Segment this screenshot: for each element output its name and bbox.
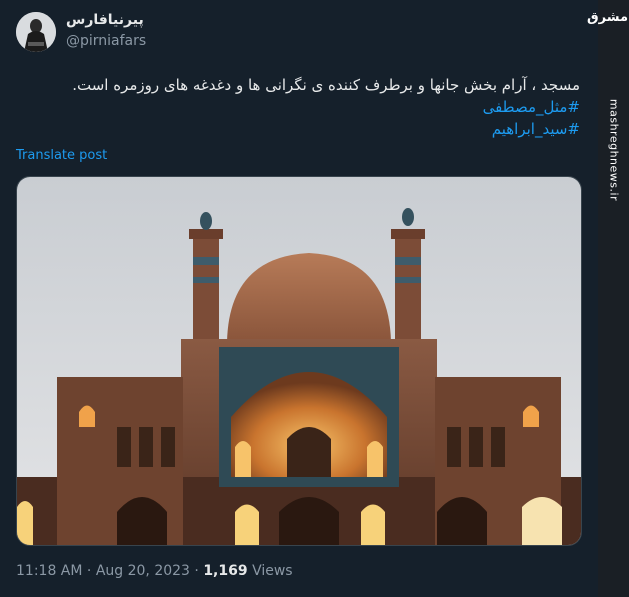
tweet-card: پیرنیافارس @pirniafars مسجد ، آرام بخش ج… <box>0 0 598 597</box>
meta-separator: · <box>86 563 92 579</box>
avatar[interactable] <box>16 12 56 52</box>
translate-post-link[interactable]: Translate post <box>16 148 107 163</box>
hashtag-link[interactable]: #سید_ابراهیم <box>20 118 580 140</box>
display-name[interactable]: پیرنیافارس <box>66 12 144 28</box>
watermark-url: mashreghnews.ir <box>607 98 621 202</box>
tweet-body: مسجد ، آرام بخش جانها و برطرف کننده ی نگ… <box>72 76 580 94</box>
user-handle[interactable]: @pirniafars <box>66 33 146 49</box>
tweet-date[interactable]: Aug 20, 2023 <box>96 563 190 579</box>
mashregh-logo: مشرق <box>587 10 628 25</box>
tweet-text: مسجد ، آرام بخش جانها و برطرف کننده ی نگ… <box>20 74 580 140</box>
views-label: Views <box>252 563 293 579</box>
hashtag-link[interactable]: #مثل_مصطفی <box>20 96 580 118</box>
tweet-time[interactable]: 11:18 AM <box>16 563 82 579</box>
views-count: 1,169 <box>203 563 248 579</box>
tweet-meta: 11:18 AM · Aug 20, 2023 · 1,169 Views <box>16 563 293 579</box>
tweet-image[interactable] <box>16 176 582 546</box>
watermark-strip: مشرق mashreghnews.ir <box>587 0 629 597</box>
meta-separator: · <box>194 563 199 579</box>
